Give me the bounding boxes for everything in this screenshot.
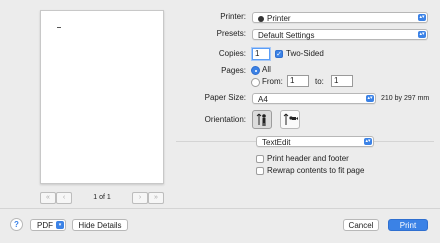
pages-all-radio[interactable] xyxy=(251,66,260,75)
pages-to-field[interactable]: 1 xyxy=(331,75,353,87)
pages-label: Pages: xyxy=(221,66,246,75)
pages-from-field[interactable]: 1 xyxy=(287,75,309,87)
printer-popup[interactable]: Printer ▴▾ xyxy=(252,12,428,23)
presets-value: Default Settings xyxy=(258,31,315,40)
print-button[interactable]: Print xyxy=(388,219,428,231)
orientation-label: Orientation: xyxy=(204,115,246,124)
pages-from-radio[interactable] xyxy=(251,78,260,87)
preview-pager: « ‹ 1 of 1 › » xyxy=(40,192,164,204)
app-section-popup[interactable]: TextEdit ▴▾ xyxy=(256,136,374,147)
chevron-updown-icon: ▴▾ xyxy=(364,138,372,145)
previous-page-button[interactable]: ‹ xyxy=(56,192,72,204)
paper-dimensions: 210 by 297 mm xyxy=(381,95,430,102)
help-button[interactable]: ? xyxy=(10,218,23,231)
two-sided-checkbox[interactable]: ✓ xyxy=(275,50,283,58)
pdf-label: PDF xyxy=(37,221,53,230)
chevron-updown-icon: ▴▾ xyxy=(418,31,426,38)
pdf-menu-button[interactable]: PDF ▾ xyxy=(30,219,66,231)
copies-field[interactable]: 1 xyxy=(252,48,270,60)
paper-size-popup[interactable]: A4 ▴▾ xyxy=(252,93,376,104)
chevron-updown-icon: ▴▾ xyxy=(366,95,374,102)
hide-details-button[interactable]: Hide Details xyxy=(72,219,128,231)
portrait-person-icon xyxy=(256,113,266,126)
pages-all-label: All xyxy=(262,65,271,74)
landscape-person-icon xyxy=(283,113,298,125)
chevron-down-icon: ▾ xyxy=(56,221,64,229)
printer-value: Printer xyxy=(267,14,291,23)
pages-from-label: From: xyxy=(262,77,283,86)
paper-size-value: A4 xyxy=(258,95,268,104)
page-indicator: 1 of 1 xyxy=(93,194,111,201)
preview-text-mark xyxy=(57,27,61,28)
portrait-orientation-button[interactable] xyxy=(252,110,272,129)
print-header-footer-label: Print header and footer xyxy=(267,154,349,163)
page-preview xyxy=(40,10,164,184)
landscape-orientation-button[interactable] xyxy=(280,110,300,129)
last-page-button[interactable]: » xyxy=(148,192,164,204)
print-header-footer-checkbox[interactable] xyxy=(256,155,264,163)
section-divider-left xyxy=(176,141,256,142)
footer-divider xyxy=(0,208,440,209)
pages-to-label: to: xyxy=(315,77,324,86)
cancel-button[interactable]: Cancel xyxy=(343,219,379,231)
first-page-button[interactable]: « xyxy=(40,192,56,204)
two-sided-label: Two-Sided xyxy=(286,49,324,58)
next-page-button[interactable]: › xyxy=(132,192,148,204)
chevron-updown-icon: ▴▾ xyxy=(418,14,426,21)
printer-label: Printer: xyxy=(220,12,246,21)
rewrap-contents-checkbox[interactable] xyxy=(256,167,264,175)
app-section-value: TextEdit xyxy=(262,138,291,147)
paper-size-label: Paper Size: xyxy=(204,93,246,102)
printer-status-icon xyxy=(258,15,264,22)
section-divider-right xyxy=(374,141,434,142)
presets-label: Presets: xyxy=(216,29,246,38)
rewrap-contents-label: Rewrap contents to fit page xyxy=(267,166,365,175)
presets-popup[interactable]: Default Settings ▴▾ xyxy=(252,29,428,40)
copies-label: Copies: xyxy=(218,49,246,58)
